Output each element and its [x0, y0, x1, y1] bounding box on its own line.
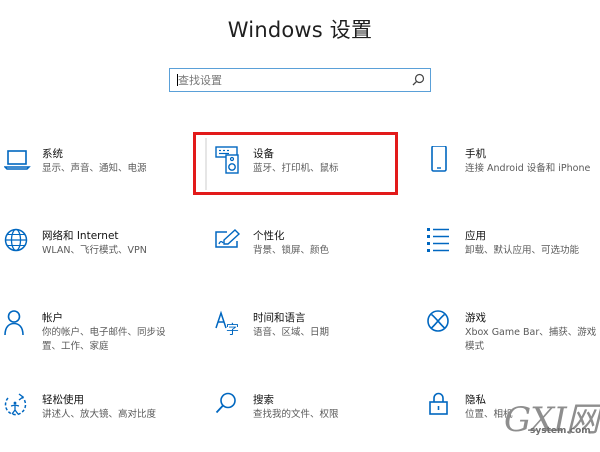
- tile-network[interactable]: 网络和 Internet WLAN、飞行模式、VPN: [4, 228, 194, 288]
- tile-system[interactable]: 系统 显示、声音、通知、电源: [4, 146, 194, 206]
- tile-accounts[interactable]: 帐户 你的帐户、电子邮件、同步设置、工作、家庭: [4, 310, 194, 370]
- watermark-domain: system.com: [530, 426, 591, 436]
- list-icon: [427, 228, 449, 252]
- tile-desc: 显示、声音、通知、电源: [42, 163, 147, 174]
- tile-desc: 查找我的文件、权限: [253, 409, 339, 420]
- tile-name: 个性化: [253, 230, 285, 242]
- tile-name: 时间和语言: [253, 312, 306, 324]
- tile-desc: 卸载、默认应用、可选功能: [465, 245, 580, 256]
- laptop-icon: [4, 150, 31, 170]
- search-icon[interactable]: [410, 72, 426, 88]
- tile-desc: 连接 Android 设备和 iPhone: [465, 163, 591, 174]
- tile-apps[interactable]: 应用 卸载、默认应用、可选功能: [427, 228, 600, 288]
- search-input[interactable]: [170, 69, 406, 91]
- xbox-icon: [427, 310, 449, 332]
- tile-desc: 你的帐户、电子邮件、同步设置、工作、家庭: [42, 327, 166, 352]
- tile-name: 搜索: [253, 394, 274, 406]
- globe-icon: [4, 228, 28, 252]
- paint-icon: [215, 229, 241, 248]
- svg-text:字: 字: [226, 323, 239, 338]
- tile-personalization[interactable]: 个性化 背景、锁屏、颜色: [215, 228, 405, 288]
- person-icon: [4, 310, 24, 336]
- tile-name: 应用: [465, 230, 486, 242]
- tile-name: 游戏: [465, 312, 486, 324]
- search-box[interactable]: [169, 68, 431, 92]
- tile-name: 网络和 Internet: [42, 230, 119, 242]
- tile-name: 隐私: [465, 394, 486, 406]
- tile-ease-of-access[interactable]: 轻松使用 讲述人、放大镜、高对比度: [4, 392, 194, 452]
- watermark: GXI网 system.com: [502, 392, 600, 442]
- text-caret: [177, 74, 178, 86]
- language-icon: 字: [215, 310, 239, 338]
- tile-gaming[interactable]: 游戏 Xbox Game Bar、捕获、游戏模式: [427, 310, 600, 370]
- tile-name: 系统: [42, 148, 63, 160]
- tile-name: 手机: [465, 148, 486, 160]
- tile-name: 轻松使用: [42, 394, 84, 406]
- tile-search[interactable]: 搜索 查找我的文件、权限: [215, 392, 405, 452]
- tile-desc: Xbox Game Bar、捕获、游戏模式: [465, 327, 597, 352]
- ease-of-access-icon: [4, 393, 27, 416]
- tile-desc: WLAN、飞行模式、VPN: [42, 245, 147, 256]
- tile-desc: 讲述人、放大镜、高对比度: [42, 409, 157, 420]
- page-title: Windows 设置: [227, 18, 373, 42]
- tile-time-language[interactable]: 字 时间和语言 语音、区域、日期: [215, 310, 405, 370]
- tile-desc: 背景、锁屏、颜色: [253, 245, 330, 256]
- annotation-highlight-box: [193, 132, 398, 195]
- lock-icon: [429, 392, 448, 415]
- tile-desc: 语音、区域、日期: [253, 327, 330, 338]
- tile-phone[interactable]: 手机 连接 Android 设备和 iPhone: [427, 146, 600, 206]
- tile-name: 帐户: [42, 312, 63, 324]
- search-icon: [215, 392, 236, 414]
- phone-icon: [431, 146, 447, 172]
